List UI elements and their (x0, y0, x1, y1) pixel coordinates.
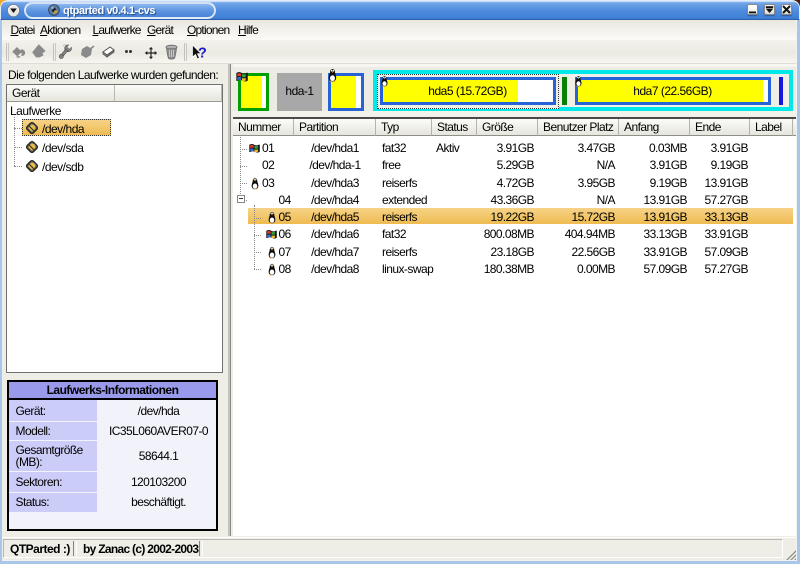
svg-text:?: ? (198, 46, 207, 62)
